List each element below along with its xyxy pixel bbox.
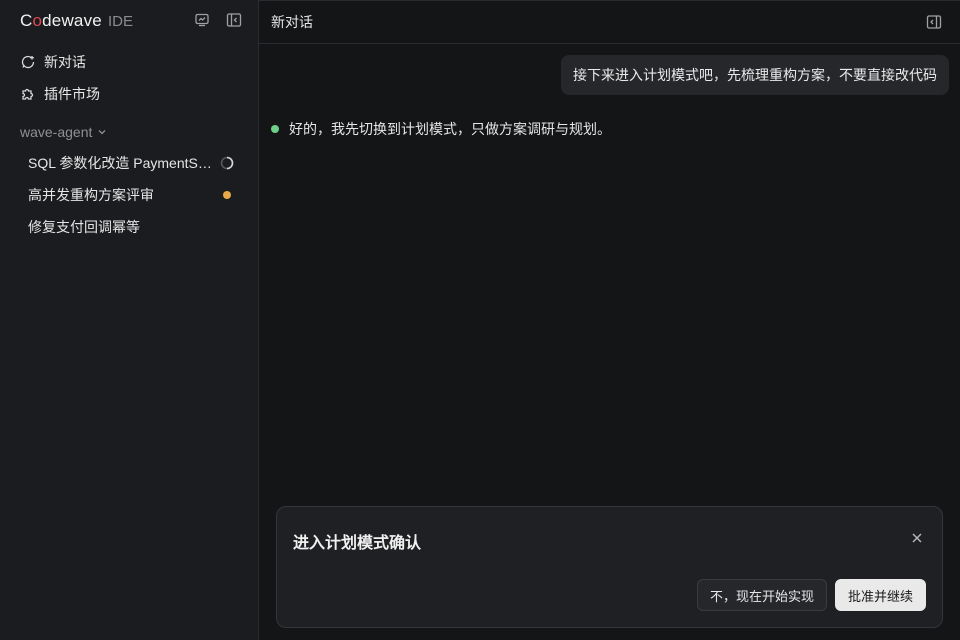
session-title: 修复支付回调幂等 (28, 219, 140, 235)
close-icon[interactable] (910, 531, 924, 545)
collapse-sidebar-icon[interactable] (225, 11, 243, 29)
user-message-bubble: 接下来进入计划模式吧，先梳理重构方案，不要直接改代码 (561, 55, 949, 95)
unread-status-dot (223, 191, 231, 199)
plugin-market-label: 插件市场 (44, 86, 100, 102)
approve-button[interactable]: 批准并继续 (835, 579, 927, 611)
assistant-message: 好的，我先切换到计划模式，只做方案调研与规划。 (271, 119, 611, 139)
puzzle-icon (22, 88, 34, 100)
plugin-market-button[interactable]: 插件市场 (20, 83, 100, 105)
sidebar: Codewave IDE 新对话 插件市场 wave-agent SQL 参数化… (0, 0, 259, 640)
session-title: SQL 参数化改造 PaymentService (28, 155, 216, 171)
new-chat-icon (21, 55, 35, 69)
assistant-status-dot (271, 125, 279, 133)
session-item[interactable]: 修复支付回调幂等 (20, 213, 242, 241)
project-group-label: wave-agent (20, 124, 93, 140)
chat-title: 新对话 (271, 14, 313, 30)
user-message-text: 接下来进入计划模式吧，先梳理重构方案，不要直接改代码 (573, 67, 937, 83)
loading-spinner-icon (220, 156, 234, 170)
project-group-header[interactable]: wave-agent (20, 124, 107, 140)
session-item[interactable]: 高并发重构方案评审 (20, 181, 242, 209)
brand-logo: Codewave IDE (20, 11, 133, 31)
chat-header: 新对话 (259, 1, 960, 44)
decline-button[interactable]: 不，现在开始实现 (697, 579, 828, 611)
plan-mode-confirm-dialog: 进入计划模式确认 不，现在开始实现 批准并继续 (276, 506, 943, 628)
new-chat-button[interactable]: 新对话 (20, 51, 86, 73)
chevron-down-icon (98, 130, 106, 135)
session-item[interactable]: SQL 参数化改造 PaymentService (20, 149, 242, 177)
monitor-icon[interactable] (193, 11, 211, 29)
session-title: 高并发重构方案评审 (28, 187, 154, 203)
dialog-title: 进入计划模式确认 (293, 535, 422, 552)
new-chat-label: 新对话 (44, 54, 86, 70)
side-panel-toggle-icon[interactable] (925, 13, 943, 31)
brand-ide-label: IDE (107, 13, 133, 30)
brand-name: Codewave (20, 11, 102, 30)
assistant-message-text: 好的，我先切换到计划模式，只做方案调研与规划。 (289, 121, 611, 137)
